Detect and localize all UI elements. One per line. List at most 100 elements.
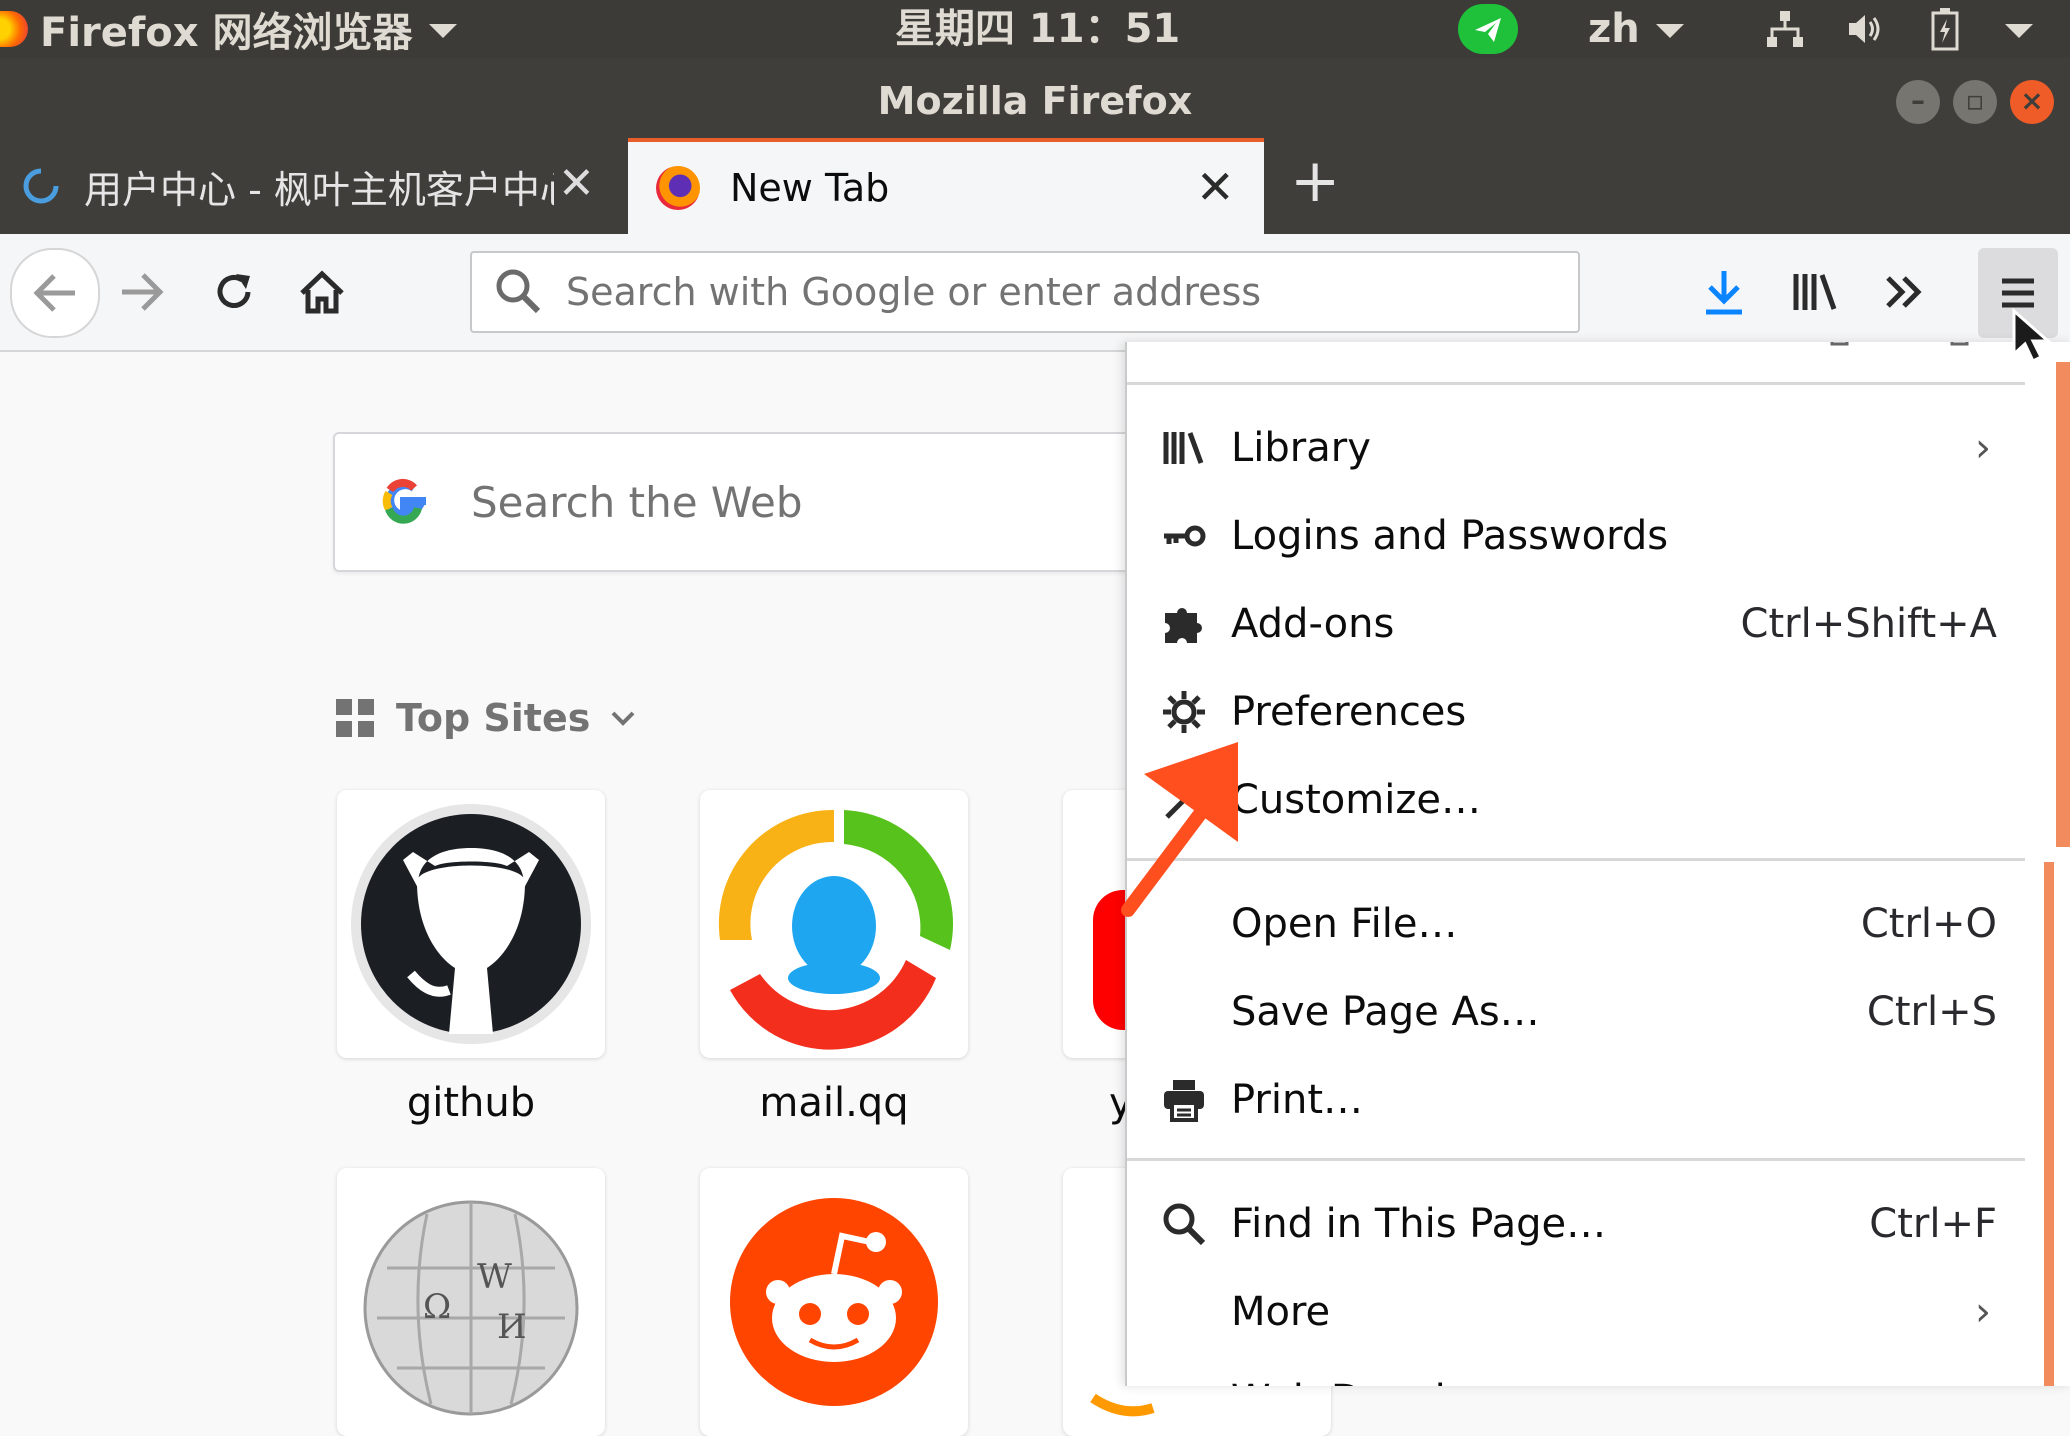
tab-new-tab[interactable]: New Tab ✕ [628,138,1264,234]
network-icon[interactable] [1765,0,1805,58]
menu-item-web-developer[interactable]: Web Developer [1127,1360,2025,1386]
downloads-button[interactable] [1682,250,1766,334]
top-site-tile-reddit[interactable] [700,1168,968,1436]
telegram-tray-icon[interactable] [1458,0,1518,58]
navigation-toolbar [0,234,2070,352]
menu-item-label: Find in This Page… [1231,1201,1607,1247]
annotation-arrow-icon [1121,742,1238,917]
chevron-down-icon [2005,24,2033,38]
firefox-app-icon [0,11,28,47]
menu-separator [1127,1158,2025,1161]
hamburger-menu-icon [2002,278,2034,308]
minimize-button[interactable]: – [1896,80,1940,124]
menu-item-label: More [1231,1289,1331,1335]
menu-item-more[interactable]: More › [1127,1272,2025,1352]
svg-text:И: И [497,1307,527,1347]
chevron-down-icon [611,711,635,726]
top-sites-header[interactable]: Top Sites [336,696,638,740]
menu-item-label: Web Developer [1231,1377,1537,1386]
address-bar[interactable] [470,251,1580,333]
top-sites-label: Top Sites [396,696,591,740]
reload-button[interactable] [192,250,276,334]
close-tab-icon[interactable]: ✕ [558,158,595,209]
battery-icon[interactable] [1930,0,1960,58]
close-icon: × [2020,84,2044,117]
firefox-icon [656,166,700,210]
double-chevron-right-icon [1886,276,1922,308]
back-button[interactable] [10,248,100,338]
tab-label: New Tab [730,166,890,210]
github-icon [351,804,591,1044]
arrow-left-icon [33,274,75,312]
key-icon [1159,511,1209,561]
mouse-cursor-icon [2012,308,2052,364]
window-title: Mozilla Firefox [877,79,1193,123]
menu-item-label: Logins and Passwords [1231,513,1669,559]
menu-scrollbar-thumb[interactable] [2056,362,2070,847]
minimize-icon: – [1911,84,1925,117]
menu-item-print[interactable]: Print… [1127,1060,2025,1140]
maximize-icon: ▫ [1965,84,1985,117]
menu-item-label: Preferences [1231,689,1467,735]
top-site-label: github [406,1080,536,1126]
overflow-menu-button[interactable] [1862,250,1946,334]
menu-item-logins-and-passwords[interactable]: Logins and Passwords [1127,496,2025,576]
menu-item-shortcut: Ctrl+O [1860,901,1997,947]
home-icon [300,270,344,314]
menu-item-shortcut: Ctrl+Shift+A [1740,601,1997,647]
app-menu-label: Firefox 网络浏览器 [40,10,413,56]
web-search-placeholder: Search the Web [471,478,803,527]
forward-button[interactable] [100,250,184,334]
language-indicator[interactable]: zh [1588,0,1684,58]
menu-item-add-ons[interactable]: Add-ons Ctrl+Shift+A [1127,584,2025,664]
chevron-down-icon [428,24,457,38]
menu-item-label: Add-ons [1231,601,1395,647]
menu-item-label: Library [1231,425,1371,471]
system-menu-button[interactable] [2005,0,2033,58]
chevron-down-icon [1655,24,1684,38]
printer-icon [1159,1075,1209,1125]
google-logo-icon [382,478,426,524]
svg-text:Ω: Ω [423,1287,451,1327]
maximize-button[interactable]: ▫ [1953,80,1997,124]
new-tab-button[interactable]: + [1290,146,1340,216]
tab-strip: 用户中心 - 枫叶主机客户中心 ✕ New Tab ✕ + [0,138,2070,234]
menu-top-row [1127,342,2070,382]
home-button[interactable] [280,250,364,334]
reload-icon [217,274,251,308]
menu-item-find-in-page[interactable]: Find in This Page… Ctrl+F [1127,1184,2025,1264]
clock[interactable]: 星期四 11：51 [895,0,1180,58]
paper-plane-icon [1475,18,1501,42]
arrow-right-icon [122,273,164,311]
menu-item-library[interactable]: Library › [1127,408,2025,488]
download-arrow-icon [1706,271,1742,315]
window-title-bar: Mozilla Firefox – ▫ × [0,58,2070,138]
language-label: zh [1588,6,1640,52]
os-top-panel: Firefox 网络浏览器 星期四 11：51 zh [0,0,2070,58]
top-site-tile-wikipedia[interactable]: Ω W И [337,1168,605,1436]
search-icon [496,269,541,314]
wikipedia-icon: Ω W И [363,1200,579,1416]
library-icon [1159,423,1209,473]
volume-icon[interactable] [1845,0,1885,58]
tab-label: 用户中心 - 枫叶主机客户中心 [84,167,554,212]
menu-item-shortcut: Ctrl+F [1869,1201,1997,1247]
menu-item-save-page-as[interactable]: Save Page As… Ctrl+S [1127,972,2025,1052]
chevron-right-icon: › [1975,425,1991,471]
menu-separator [1127,382,2025,385]
top-site-tile-github[interactable] [337,790,605,1058]
app-menu-firefox[interactable]: Firefox 网络浏览器 [0,0,457,58]
search-icon [1159,1199,1209,1249]
library-button[interactable] [1772,250,1856,334]
page-scrollbar-thumb[interactable] [2044,862,2054,1386]
puzzle-icon [1159,599,1209,649]
menu-item-shortcut: Ctrl+S [1866,989,1997,1035]
menu-item-label: Print… [1231,1077,1364,1123]
close-window-button[interactable]: × [2010,80,2054,124]
close-tab-icon[interactable]: ✕ [1196,160,1235,214]
url-input[interactable] [564,257,1548,327]
top-site-tile-mail-qq[interactable] [700,790,968,1058]
chevron-right-icon: › [1975,1289,1991,1335]
reddit-icon [730,1198,938,1406]
tab-user-center[interactable]: 用户中心 - 枫叶主机客户中心 ✕ [0,138,628,234]
